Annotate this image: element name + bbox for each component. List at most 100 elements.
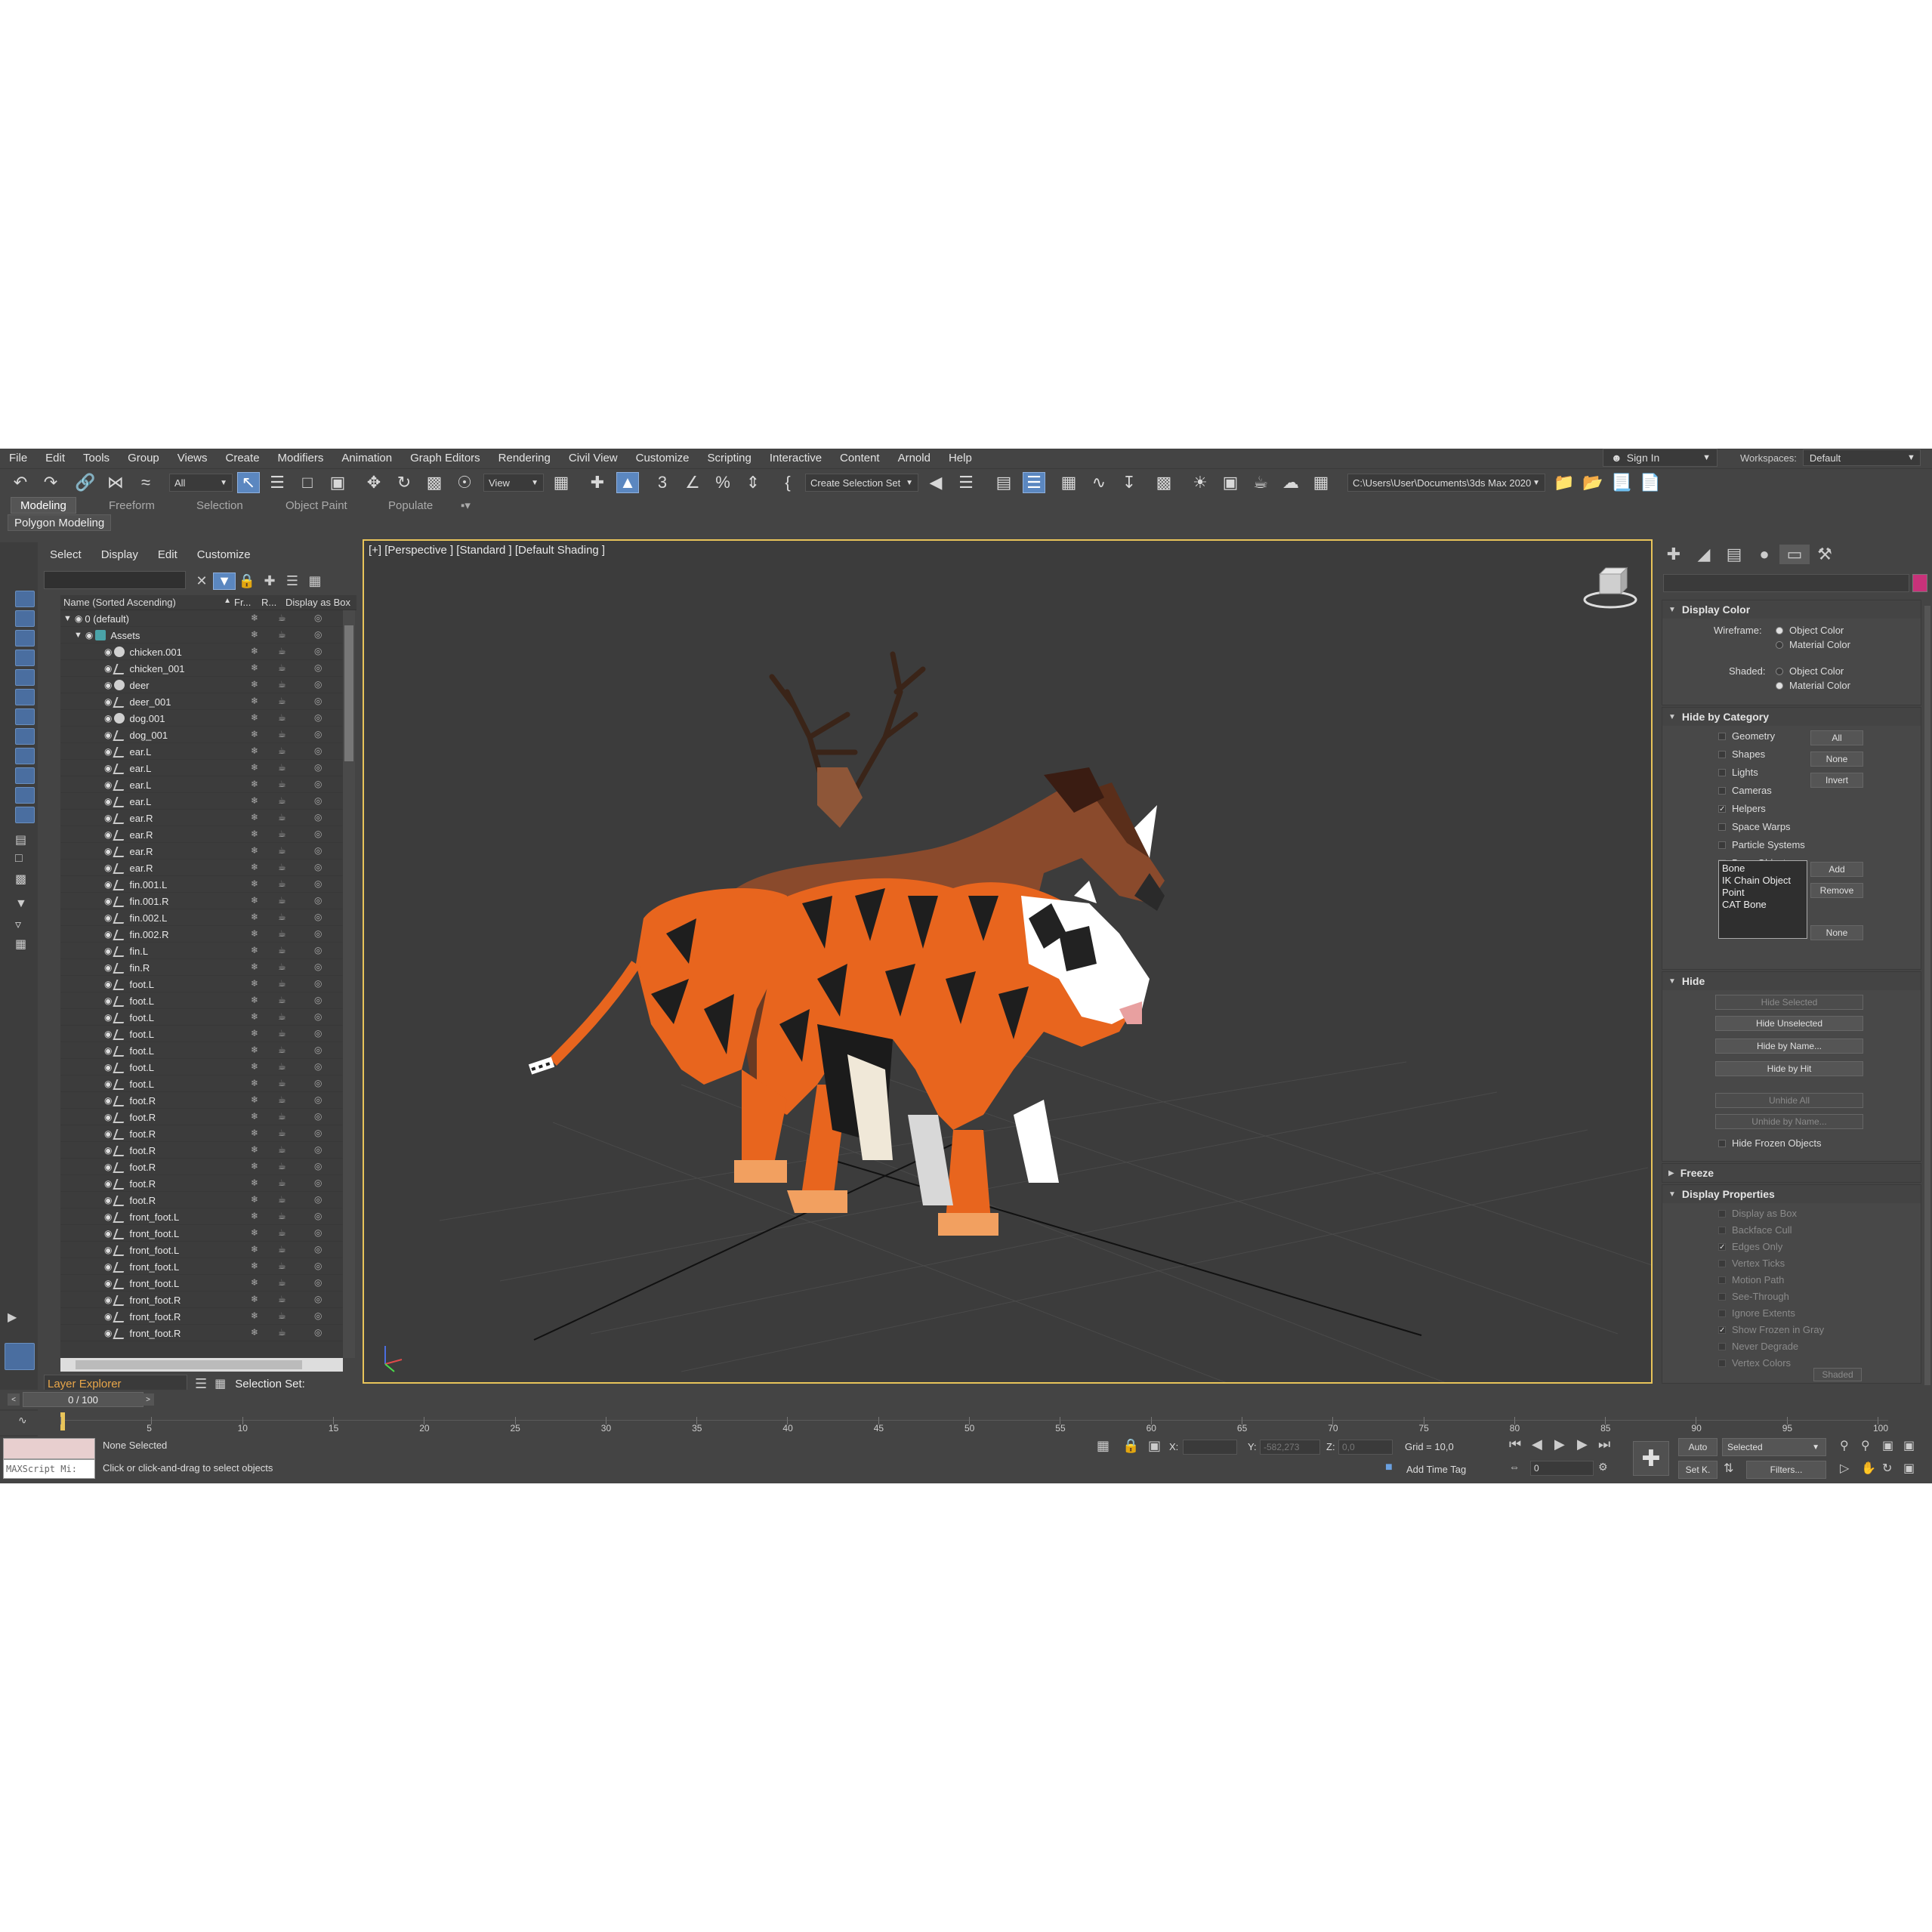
display-lights-icon[interactable] — [15, 630, 35, 647]
visibility-eye-icon[interactable]: ◉ — [104, 796, 112, 807]
utilities-tab-icon[interactable]: ⚒ — [1810, 545, 1840, 564]
visibility-eye-icon[interactable]: ◉ — [104, 879, 112, 890]
display-xrefs-icon[interactable] — [15, 728, 35, 745]
display-as-box-toggle-icon[interactable]: ◎ — [314, 1094, 322, 1105]
explorer-menu-edit[interactable]: Edit — [158, 548, 177, 566]
visibility-eye-icon[interactable]: ◉ — [104, 1211, 112, 1222]
renderable-toggle-icon[interactable]: ☕ — [278, 1277, 286, 1288]
renderable-toggle-icon[interactable]: ☕ — [278, 928, 286, 939]
display-helpers-icon[interactable] — [15, 669, 35, 686]
display-as-box-toggle-icon[interactable]: ◎ — [314, 1227, 322, 1238]
explorer-search-input[interactable] — [44, 571, 186, 589]
display-as-box-toggle-icon[interactable]: ◎ — [314, 829, 322, 839]
visibility-eye-icon[interactable]: ◉ — [104, 962, 112, 973]
project-folder-dropdown[interactable]: C:\Users\User\Documents\3ds Max 2020 ▼ — [1347, 474, 1545, 492]
orbit-icon[interactable]: ↻ — [1882, 1461, 1892, 1476]
property-checkbox-never-degrade[interactable] — [1718, 1343, 1726, 1350]
display-as-box-toggle-icon[interactable]: ◎ — [314, 1111, 322, 1122]
renderable-toggle-icon[interactable]: ☕ — [278, 1294, 286, 1304]
freeze-toggle-icon[interactable]: ❄ — [251, 1111, 258, 1122]
renderable-toggle-icon[interactable]: ☕ — [278, 1028, 286, 1039]
render-setup-icon[interactable]: ☀ — [1189, 472, 1211, 493]
visibility-eye-icon[interactable]: ◉ — [104, 746, 112, 757]
add-time-tag[interactable]: Add Time Tag — [1406, 1464, 1466, 1475]
visibility-eye-icon[interactable]: ◉ — [104, 1112, 112, 1122]
hide-unselected-button[interactable]: Hide Unselected — [1715, 1016, 1863, 1031]
command-panel-scrollbar[interactable] — [1924, 606, 1930, 1385]
display-spacewarps-icon[interactable] — [15, 689, 35, 705]
freeze-toggle-icon[interactable]: ❄ — [251, 1144, 258, 1155]
list-item[interactable]: ◉ deer ❄ ☕ ◎ — [60, 677, 343, 693]
freeze-toggle-icon[interactable]: ❄ — [251, 1011, 258, 1022]
visibility-eye-icon[interactable]: ◉ — [104, 1079, 112, 1089]
category-list-entry[interactable]: Bone — [1722, 863, 1804, 875]
display-containers-icon[interactable] — [15, 767, 35, 784]
unhide-by-name-button[interactable]: Unhide by Name... — [1715, 1114, 1863, 1129]
display-as-box-toggle-icon[interactable]: ◎ — [314, 795, 322, 806]
display-as-box-toggle-icon[interactable]: ◎ — [314, 878, 322, 889]
list-item[interactable]: ◉ foot.L ❄ ☕ ◎ — [60, 976, 343, 992]
freeze-toggle-icon[interactable]: ❄ — [251, 928, 258, 939]
list-item[interactable]: ◉ front_foot.L ❄ ☕ ◎ — [60, 1208, 343, 1225]
visibility-eye-icon[interactable]: ◉ — [104, 1162, 112, 1172]
curve-editor-icon[interactable]: ∿ — [1088, 472, 1110, 493]
render-shortcuts-icon[interactable]: ▦ — [1310, 472, 1332, 493]
freeze-toggle-icon[interactable]: ❄ — [251, 1310, 258, 1321]
list-item[interactable]: ◉ fin.L ❄ ☕ ◎ — [60, 943, 343, 959]
renderable-toggle-icon[interactable]: ☕ — [278, 1111, 286, 1122]
freeze-toggle-icon[interactable]: ❄ — [251, 729, 258, 739]
menu-civil-view[interactable]: Civil View — [560, 452, 627, 464]
selection-set-icon[interactable]: ▦ — [214, 1376, 226, 1391]
freeze-toggle-icon[interactable]: ❄ — [251, 912, 258, 922]
explorer-vertical-scrollbar[interactable] — [343, 610, 355, 1358]
list-item[interactable]: ◉ ear.R ❄ ☕ ◎ — [60, 826, 343, 843]
category-checkbox-helpers[interactable]: ✓ — [1718, 805, 1726, 813]
list-item[interactable]: ◉ foot.L ❄ ☕ ◎ — [60, 1059, 343, 1076]
freeze-toggle-icon[interactable]: ❄ — [251, 812, 258, 822]
display-as-box-toggle-icon[interactable]: ◎ — [314, 978, 322, 989]
list-item[interactable]: ◉ foot.L ❄ ☕ ◎ — [60, 1042, 343, 1059]
window-crossing-icon[interactable]: ▣ — [326, 472, 349, 493]
modify-tab-icon[interactable]: ◢ — [1689, 545, 1719, 564]
place-icon[interactable]: ☉ — [453, 472, 476, 493]
named-selection-dropdown[interactable]: Create Selection Set ▼ — [805, 474, 918, 492]
renderable-toggle-icon[interactable]: ☕ — [278, 679, 286, 690]
list-item[interactable]: ◉ dog_001 ❄ ☕ ◎ — [60, 727, 343, 743]
visibility-eye-icon[interactable]: ◉ — [75, 613, 82, 624]
property-checkbox-edges-only[interactable]: ✓ — [1718, 1243, 1726, 1251]
new-key-button[interactable]: ✚ — [1633, 1441, 1669, 1476]
display-as-box-toggle-icon[interactable]: ◎ — [314, 662, 322, 673]
move-icon[interactable]: ✥ — [363, 472, 385, 493]
filter-toggle-icon[interactable]: ▼ — [213, 572, 236, 590]
toggle-ribbon-icon[interactable]: ▦ — [1057, 472, 1080, 493]
display-as-box-toggle-icon[interactable]: ◎ — [314, 629, 322, 640]
visibility-eye-icon[interactable]: ◉ — [104, 863, 112, 873]
display-shapes-icon[interactable] — [15, 610, 35, 627]
freeze-toggle-icon[interactable]: ❄ — [251, 1078, 258, 1088]
menu-file[interactable]: File — [0, 452, 36, 464]
visibility-eye-icon[interactable]: ◉ — [104, 813, 112, 823]
renderable-toggle-icon[interactable]: ☕ — [278, 1261, 286, 1271]
align-icon[interactable]: ☰ — [955, 472, 977, 493]
freeze-toggle-icon[interactable]: ❄ — [251, 1177, 258, 1188]
category-checkbox-shapes[interactable] — [1718, 751, 1726, 758]
y-coordinate-field[interactable]: -582,273 — [1260, 1440, 1320, 1455]
list-item[interactable]: ◉ foot.R ❄ ☕ ◎ — [60, 1192, 343, 1208]
renderable-toggle-icon[interactable]: ☕ — [278, 1094, 286, 1105]
visibility-eye-icon[interactable]: ◉ — [104, 647, 112, 657]
category-none2-button[interactable]: None — [1810, 925, 1863, 940]
category-list-entry[interactable]: Point — [1722, 887, 1804, 899]
list-item[interactable]: ◉ front_foot.L ❄ ☕ ◎ — [60, 1242, 343, 1258]
object-name-input[interactable] — [1663, 574, 1909, 592]
freeze-toggle-icon[interactable]: ❄ — [251, 945, 258, 955]
pivot-center-icon[interactable]: ▦ — [550, 472, 573, 493]
list-item[interactable]: ◉ front_foot.R ❄ ☕ ◎ — [60, 1325, 343, 1341]
visibility-eye-icon[interactable]: ◉ — [104, 1261, 112, 1272]
track-bar[interactable]: ∿ 5 10 15 20 25 30 35 40 45 50 55 60 65 70 75 80 85 90 95 1… — [0, 1411, 1932, 1435]
freeze-toggle-icon[interactable]: ❄ — [251, 895, 258, 906]
property-checkbox-backface-cull[interactable] — [1718, 1227, 1726, 1234]
freeze-toggle-icon[interactable]: ❄ — [251, 978, 258, 989]
category-invert-button[interactable]: Invert — [1810, 773, 1863, 788]
next-frame-icon[interactable]: > — [142, 1393, 154, 1406]
display-as-box-toggle-icon[interactable]: ◎ — [314, 912, 322, 922]
